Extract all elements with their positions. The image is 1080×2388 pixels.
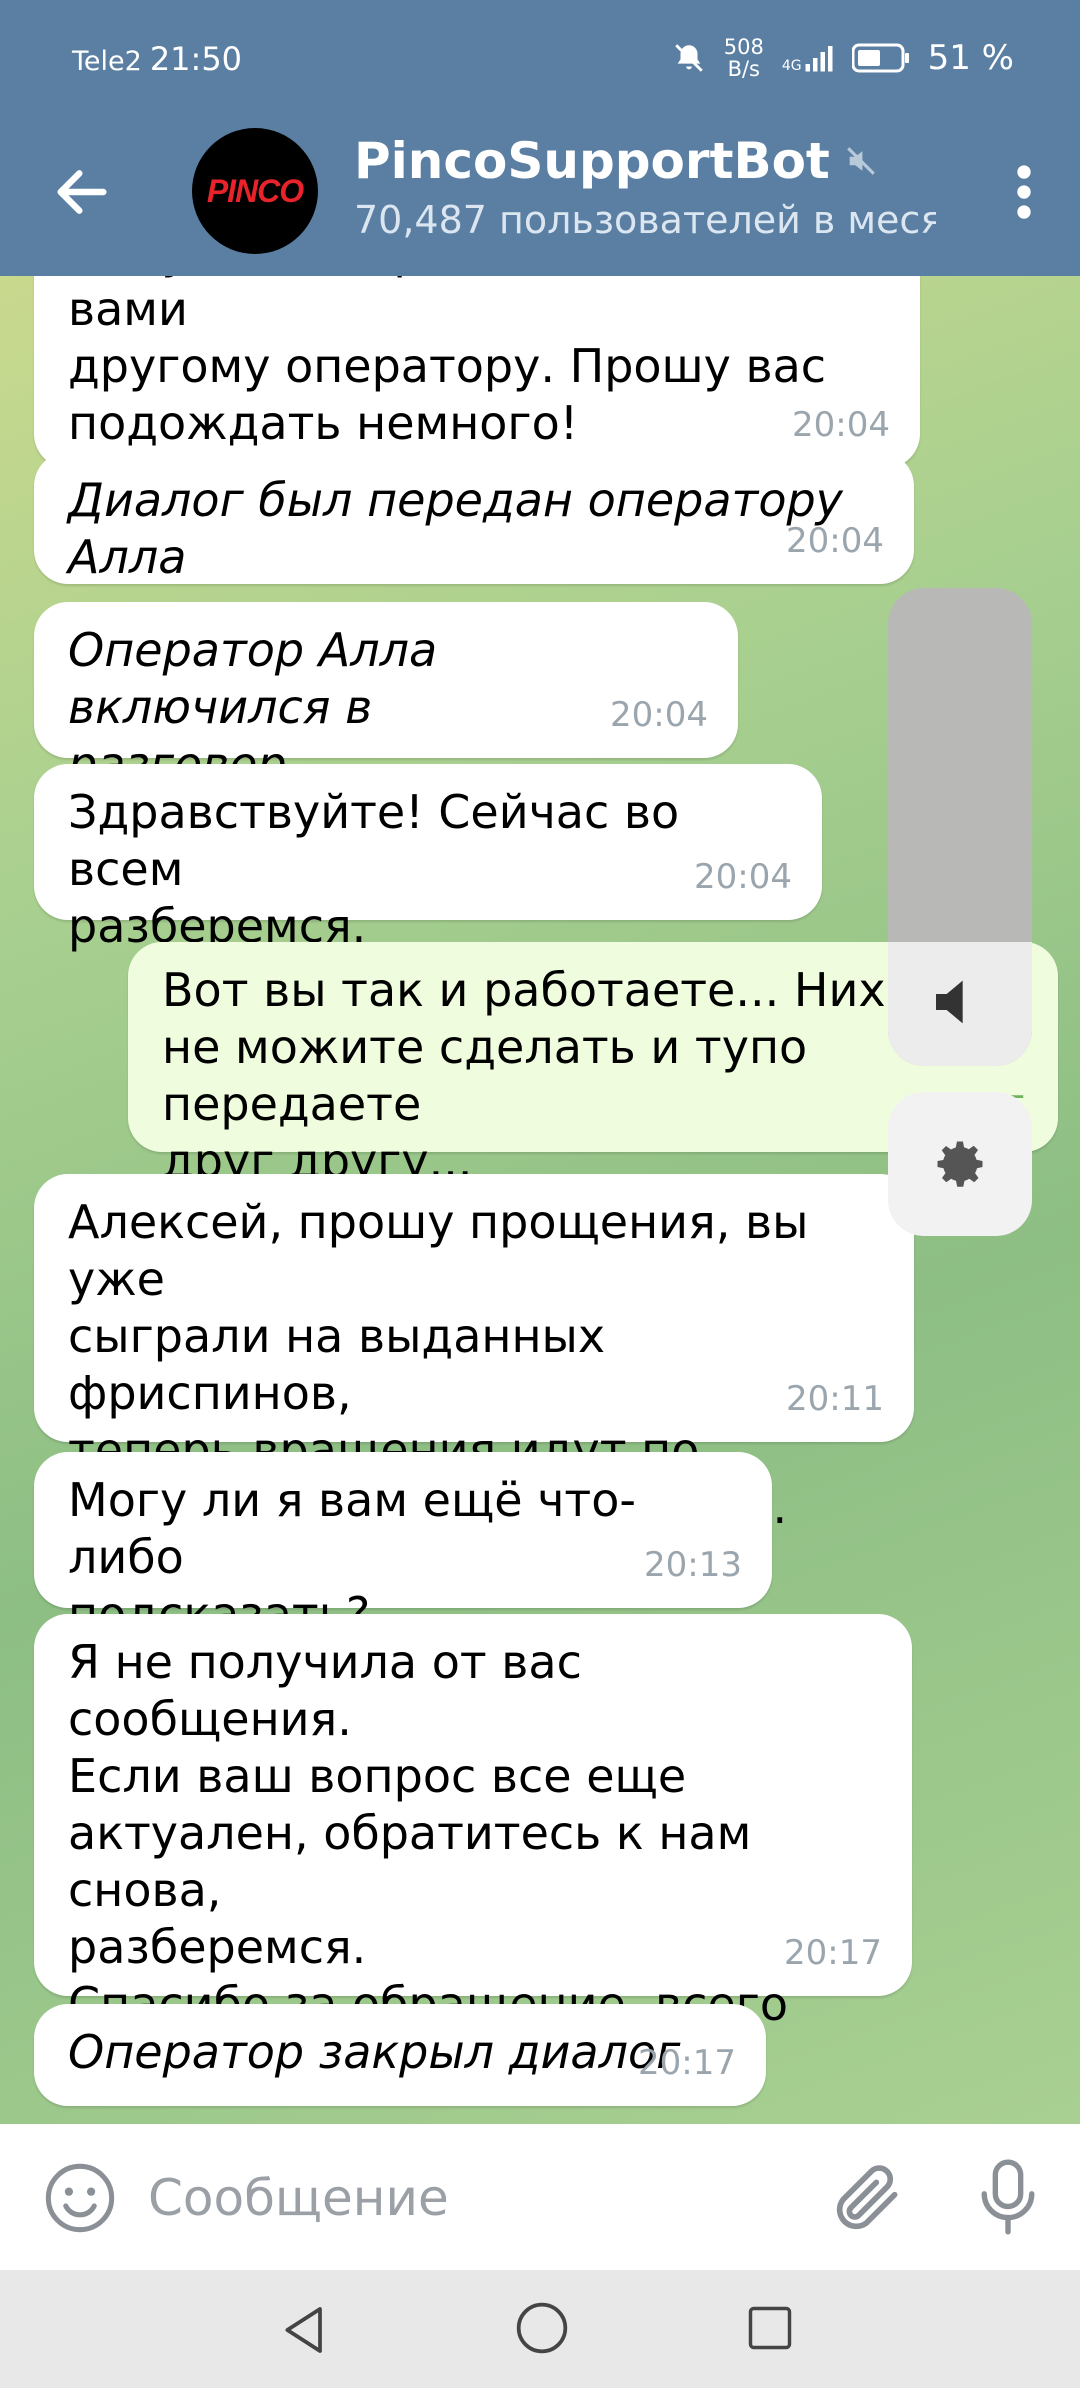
message-bubble[interactable]: Здравствуйте! Сейчас во всем разберемся.…: [34, 764, 822, 953]
system-nav-bar: [0, 2270, 1080, 2388]
mic-icon[interactable]: [970, 2154, 1046, 2240]
emoji-icon[interactable]: [42, 2160, 118, 2236]
net-speed-unit: B/s: [727, 57, 761, 81]
message-bubble[interactable]: Оператор Алла включился в разговор 20:04: [34, 602, 738, 791]
chat-title[interactable]: PincoSupportBot: [354, 132, 878, 190]
bell-muted-icon: [674, 44, 703, 72]
message-time: 20:13: [644, 1545, 742, 1585]
message-time: 20:17: [784, 1933, 882, 1973]
avatar-logo-text: PINCO: [206, 172, 304, 209]
message-text: Диалог был передан оператору Алла: [68, 473, 843, 584]
message-bubble[interactable]: Диалог был передан оператору Алла 20:04: [34, 452, 914, 584]
signal-indicator: 4G: [782, 43, 834, 73]
message-text: вынужден передать диалог с вами другому …: [68, 276, 827, 450]
more-vertical-icon[interactable]: [1004, 162, 1044, 222]
message-text: Здравствуйте! Сейчас во всем разберемся.: [68, 785, 680, 953]
attach-icon[interactable]: [828, 2158, 908, 2238]
message-bubble[interactable]: Могу ли я вам ещё что-либо подсказать? 2…: [34, 1452, 772, 1641]
settings-button[interactable]: [888, 1092, 1032, 1236]
muted-icon: [846, 147, 875, 175]
message-text: Оператор закрыл диалог: [68, 2025, 681, 2079]
battery-level: 51 %: [927, 38, 1014, 78]
message-input-bar: [0, 2124, 1080, 2270]
nav-back-icon[interactable]: [278, 2302, 334, 2358]
speaker-icon: [936, 980, 963, 1024]
message-bubble[interactable]: Оператор закрыл диалог 20:17: [34, 2004, 766, 2106]
message-time: 20:17: [638, 2043, 736, 2083]
app-header: Tele2 21:50 508 B/s 4G 51 % PINCO PincoS…: [0, 0, 1080, 276]
message-bubble[interactable]: вынужден передать диалог с вами другому …: [34, 276, 920, 468]
message-time: 20:04: [694, 857, 792, 897]
message-time: 20:11: [786, 1379, 884, 1419]
nav-recents-icon[interactable]: [744, 2302, 796, 2354]
status-left: Tele2 21:50: [72, 40, 242, 78]
avatar[interactable]: PINCO: [192, 128, 318, 254]
carrier-name: Tele2: [72, 46, 142, 77]
settings-icon: [937, 1141, 983, 1187]
message-bubble[interactable]: Я не получила от вас сообщения. Если ваш…: [34, 1614, 912, 2088]
message-time: 20:04: [610, 695, 708, 735]
back-arrow-icon[interactable]: [50, 160, 114, 224]
message-input[interactable]: [148, 2158, 788, 2238]
network-type: 4G: [781, 58, 802, 74]
net-speed: 508 B/s: [724, 36, 764, 80]
net-speed-value: 508: [723, 35, 764, 59]
volume-slider[interactable]: [888, 588, 1032, 1066]
clock: 21:50: [149, 40, 243, 78]
signal-icon: [805, 46, 833, 72]
status-right: 508 B/s 4G 51 %: [672, 36, 1014, 80]
battery-icon: [851, 43, 909, 73]
nav-home-icon[interactable]: [514, 2300, 570, 2356]
message-time: 20:04: [786, 521, 884, 561]
chat-title-text: PincoSupportBot: [354, 132, 830, 190]
status-bar: Tele2 21:50 508 B/s 4G 51 %: [0, 0, 1080, 122]
message-time: 20:04: [792, 405, 890, 445]
chat-subtitle: 70,487 пользователей в месяц: [354, 198, 936, 242]
message-bubble[interactable]: Алексей, прошу прощения, вы уже сыграли …: [34, 1174, 914, 1534]
